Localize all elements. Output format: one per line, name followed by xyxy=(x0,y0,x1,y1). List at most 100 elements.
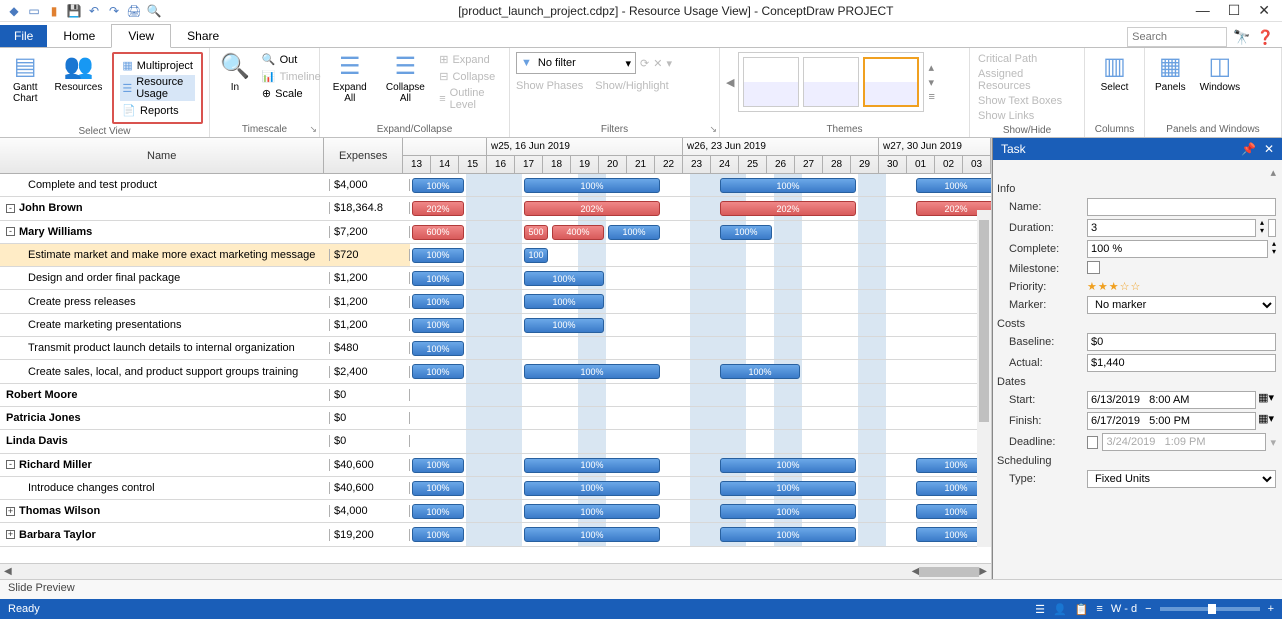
day-header[interactable]: 19 xyxy=(571,156,599,174)
day-header[interactable]: 28 xyxy=(823,156,851,174)
actual-input[interactable] xyxy=(1087,354,1276,372)
tab-share[interactable]: Share xyxy=(171,25,235,47)
table-row[interactable]: +Thomas Wilson$4,000100%100%100%100% xyxy=(0,500,991,523)
expand-all-button[interactable]: ☰Expand All xyxy=(326,52,374,112)
usage-bar[interactable]: 100% xyxy=(524,481,660,496)
usage-bar[interactable]: 100% xyxy=(524,294,604,309)
usage-bar[interactable]: 100% xyxy=(412,294,464,309)
complete-input[interactable] xyxy=(1087,240,1268,258)
scale-button[interactable]: ⊕ Scale xyxy=(260,86,323,101)
usage-bar[interactable]: 100% xyxy=(524,527,660,542)
zoom-slider[interactable] xyxy=(1160,607,1260,611)
resources-button[interactable]: 👥Resources xyxy=(51,52,107,124)
expand-toggle[interactable]: - xyxy=(6,204,15,213)
outline-level-button[interactable]: ≡ Outline Level xyxy=(437,86,503,112)
usage-bar[interactable]: 100% xyxy=(412,248,464,263)
expand-toggle[interactable]: + xyxy=(6,530,15,539)
usage-bar[interactable]: 100% xyxy=(412,341,464,356)
usage-bar[interactable]: 100% xyxy=(524,504,660,519)
day-header[interactable]: 13 xyxy=(403,156,431,174)
complete-spinner[interactable]: ▴▾ xyxy=(1272,240,1276,258)
usage-bar[interactable]: 100% xyxy=(412,527,464,542)
collapse-button[interactable]: ⊟ Collapse xyxy=(437,69,503,84)
zoom-out[interactable]: − xyxy=(1145,603,1151,615)
usage-bar[interactable]: 100% xyxy=(412,481,464,496)
day-header[interactable]: 20 xyxy=(599,156,627,174)
qat-find-icon[interactable]: 🔍 xyxy=(146,3,162,19)
show-links-toggle[interactable]: Show Links xyxy=(976,109,1078,123)
duration-input[interactable] xyxy=(1087,219,1256,237)
expand-button[interactable]: ⊞ Expand xyxy=(437,52,503,67)
usage-bar[interactable]: 100% xyxy=(524,458,660,473)
day-header[interactable]: 01 xyxy=(907,156,935,174)
zoom-out-button[interactable]: 🔍 Out xyxy=(260,52,323,67)
refresh-filter-icon[interactable]: ⟳ xyxy=(640,57,649,70)
horizontal-scrollbar[interactable]: ◀◀▶ xyxy=(0,563,991,579)
day-header[interactable]: 16 xyxy=(487,156,515,174)
usage-bar[interactable]: 100% xyxy=(524,178,660,193)
show-phases-toggle[interactable]: Show Phases xyxy=(516,80,583,92)
status-icon-3[interactable]: 📋 xyxy=(1075,603,1089,616)
usage-bar[interactable]: 100% xyxy=(720,527,856,542)
multiproject-button[interactable]: ▦Multiproject xyxy=(120,58,195,73)
table-row[interactable]: Estimate market and make more exact mark… xyxy=(0,244,991,267)
usage-bar[interactable]: 600% xyxy=(412,225,464,240)
table-row[interactable]: Create press releases$1,200100%100% xyxy=(0,290,991,313)
day-header[interactable]: 21 xyxy=(627,156,655,174)
table-row[interactable]: Design and order final package$1,200100%… xyxy=(0,267,991,290)
table-row[interactable]: Create marketing presentations$1,200100%… xyxy=(0,314,991,337)
day-header[interactable]: 17 xyxy=(515,156,543,174)
deadline-input[interactable] xyxy=(1102,433,1266,451)
day-header[interactable]: 03 xyxy=(963,156,991,174)
reports-button[interactable]: 📄Reports xyxy=(120,103,195,118)
theme-up[interactable]: ▴ xyxy=(928,61,934,74)
close-button[interactable]: ✕ xyxy=(1258,2,1270,19)
day-header[interactable]: 26 xyxy=(767,156,795,174)
baseline-input[interactable] xyxy=(1087,333,1276,351)
table-row[interactable]: -John Brown$18,364.8202%202%202%202% xyxy=(0,197,991,220)
help-icon[interactable]: ❓ xyxy=(1257,29,1274,46)
resource-usage-button[interactable]: ☰Resource Usage xyxy=(120,75,195,101)
usage-bar[interactable]: 100% xyxy=(412,364,464,379)
usage-bar[interactable]: 100% xyxy=(412,504,464,519)
gantt-chart-button[interactable]: ▤Gantt Chart xyxy=(6,52,45,124)
show-textboxes-toggle[interactable]: Show Text Boxes xyxy=(976,94,1078,108)
usage-bar[interactable]: 100% xyxy=(524,318,604,333)
milestone-checkbox[interactable] xyxy=(1087,261,1100,274)
theme-more[interactable]: ≡ xyxy=(928,91,934,103)
usage-bar[interactable]: 100% xyxy=(412,458,464,473)
table-row[interactable]: Introduce changes control$40,600100%100%… xyxy=(0,477,991,500)
usage-bar[interactable]: 100% xyxy=(412,178,464,193)
clear-filter-icon[interactable]: ✕ xyxy=(653,57,662,70)
tab-view[interactable]: View xyxy=(111,24,171,48)
expand-toggle[interactable]: - xyxy=(6,460,15,469)
table-row[interactable]: -Richard Miller$40,600100%100%100%100% xyxy=(0,454,991,477)
day-header[interactable]: 25 xyxy=(739,156,767,174)
theme-prev[interactable]: ◀ xyxy=(726,76,734,89)
type-select[interactable]: Fixed Units xyxy=(1087,470,1276,488)
deadline-checkbox[interactable] xyxy=(1087,436,1098,449)
filters-launcher[interactable]: ↘ xyxy=(709,124,717,135)
qat-open-icon[interactable]: ▮ xyxy=(46,3,62,19)
zoom-in[interactable]: + xyxy=(1268,603,1274,615)
usage-bar[interactable]: 400% xyxy=(552,225,604,240)
usage-bar[interactable]: 100% xyxy=(412,318,464,333)
duration-unit-select[interactable]: Days xyxy=(1268,219,1276,237)
table-row[interactable]: Create sales, local, and product support… xyxy=(0,360,991,383)
qat-print-icon[interactable]: 🖨 xyxy=(126,3,142,19)
show-highlight-toggle[interactable]: Show/Highlight xyxy=(595,80,668,92)
usage-bar[interactable]: 100% xyxy=(916,178,991,193)
binoculars-icon[interactable]: 🔭 xyxy=(1233,29,1250,46)
start-input[interactable] xyxy=(1087,391,1256,409)
search-input[interactable] xyxy=(1127,27,1227,47)
tab-file[interactable]: File xyxy=(0,25,47,47)
vertical-scrollbar[interactable] xyxy=(977,210,991,547)
expand-toggle[interactable]: + xyxy=(6,507,15,516)
qat-redo-icon[interactable]: ↷ xyxy=(106,3,122,19)
day-header[interactable]: 23 xyxy=(683,156,711,174)
priority-stars[interactable]: ★★★☆☆ xyxy=(1087,281,1141,293)
usage-bar[interactable]: 100% xyxy=(524,271,604,286)
status-icon-2[interactable]: 👤 xyxy=(1053,603,1067,616)
qat-save-icon[interactable]: 💾 xyxy=(66,3,82,19)
usage-bar[interactable]: 100% xyxy=(720,481,856,496)
